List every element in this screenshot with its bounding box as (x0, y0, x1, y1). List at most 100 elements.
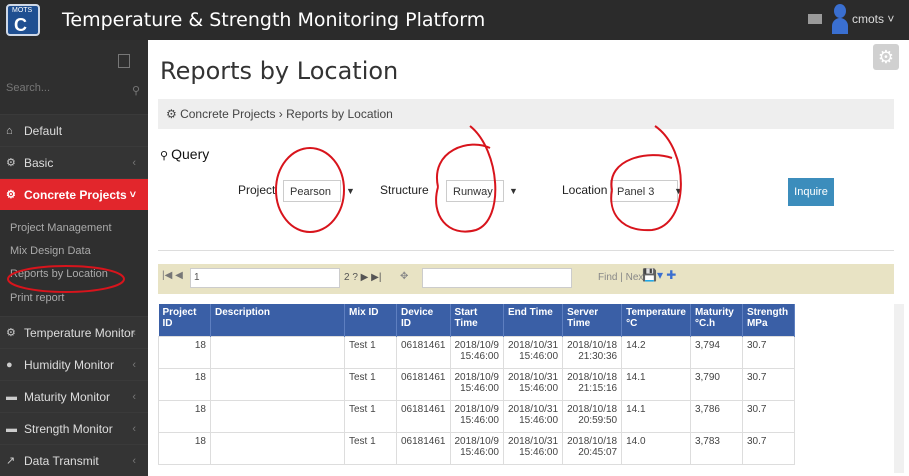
breadcrumb-text[interactable]: Concrete Projects › Reports by Location (180, 107, 393, 121)
cell-mix-id: Test 1 (344, 367, 397, 401)
chart-icon: ▬ (6, 390, 17, 403)
structure-select[interactable]: Runway (446, 180, 504, 202)
cell-mix-id: Test 1 (344, 335, 397, 369)
app-title: Temperature & Strength Monitoring Platfo… (62, 9, 486, 31)
cell-description (210, 399, 345, 433)
sidebar-item-default[interactable]: ⌂ Default (0, 114, 148, 146)
column-header[interactable]: Device ID (396, 304, 451, 336)
first-page-icon[interactable]: |◀ ◀ (162, 270, 183, 281)
cell-temperature: 14.1 (621, 367, 691, 401)
table-row[interactable]: 18 Test 1 06181461 2018/10/9 15:46:00 20… (158, 399, 795, 433)
chevron-left-icon: ‹ (132, 156, 136, 169)
sidebar-item-label: Data Transmit (24, 453, 99, 468)
menu-toggle-icon[interactable] (118, 54, 130, 68)
sidebar-item-concrete-projects[interactable]: ⚙ Concrete Projects ˅ (0, 178, 148, 210)
page-nav[interactable]: 2 ? ▶ ▶| (344, 272, 381, 283)
cell-device-id: 06181461 (396, 431, 451, 465)
table-row[interactable]: 18 Test 1 06181461 2018/10/9 15:46:00 20… (158, 367, 795, 401)
search-input[interactable]: Search... ⚲ (6, 82, 142, 102)
mail-icon[interactable] (808, 14, 822, 24)
table-scrollbar[interactable] (894, 304, 904, 473)
table-row[interactable]: 18 Test 1 06181461 2018/10/9 15:46:00 20… (158, 335, 795, 369)
structure-label: Structure (380, 183, 429, 197)
sidebar-subitem-print-report[interactable]: Print report (10, 292, 64, 304)
table-header-row: Project ID Description Mix ID Device ID … (158, 304, 795, 336)
query-section-title: ⚲ Query (160, 146, 209, 162)
page-title: Reports by Location (160, 57, 399, 85)
dropdown-arrow-icon[interactable]: ▼ (509, 186, 518, 196)
cell-mix-id: Test 1 (344, 431, 397, 465)
column-header[interactable]: Strength MPa (742, 304, 795, 336)
column-header[interactable]: Server Time (562, 304, 623, 336)
cell-server-time: 2018/10/18 20:45:07 (562, 431, 623, 465)
export-icon[interactable]: 💾▾ ✚ (642, 268, 676, 282)
grid-toolbar: |◀ ◀ 1 2 ? ▶ ▶| ✥ Find | Next 💾▾ ✚ (158, 264, 894, 294)
location-select[interactable]: Panel 3 (610, 180, 678, 202)
cell-strength: 30.7 (741, 431, 795, 465)
dropdown-arrow-icon[interactable]: ▼ (674, 186, 683, 196)
column-header[interactable]: End Time (503, 304, 564, 336)
table-row[interactable]: 18 Test 1 06181461 2018/10/9 15:46:00 20… (158, 431, 795, 465)
sidebar-item-maturity-monitor[interactable]: ▬ Maturity Monitor ‹ (0, 380, 148, 412)
avatar[interactable] (832, 4, 848, 34)
sidebar-item-label: Strength Monitor (24, 421, 113, 436)
dropdown-arrow-icon[interactable]: ▼ (346, 186, 355, 196)
sidebar-item-humidity-monitor[interactable]: ● Humidity Monitor ‹ (0, 348, 148, 380)
breadcrumb: ⚙ Concrete Projects › Reports by Locatio… (158, 99, 894, 129)
chevron-left-icon: ‹ (132, 454, 136, 467)
find-next-link[interactable]: Find | Next (598, 272, 646, 283)
search-placeholder: Search... (6, 82, 51, 94)
sidebar-item-label: Basic (24, 155, 54, 170)
sidebar-item-basic[interactable]: ⚙ Basic ‹ (0, 146, 148, 178)
query-title: Query (171, 146, 210, 162)
sidebar-item-strength-monitor[interactable]: ▬ Strength Monitor ‹ (0, 412, 148, 444)
cell-maturity: 3,790 (689, 367, 743, 401)
sidebar-subitem-project-management[interactable]: Project Management (10, 222, 112, 234)
cell-temperature: 14.2 (621, 335, 691, 369)
sidebar-subitem-mix-design-data[interactable]: Mix Design Data (10, 245, 91, 257)
divider (158, 250, 894, 251)
column-header[interactable]: Maturity °C.h (690, 304, 743, 336)
cell-server-time: 2018/10/18 21:30:36 (562, 335, 623, 369)
page-input[interactable]: 1 (190, 268, 340, 288)
sidebar-item-label: Concrete Projects (24, 187, 127, 202)
cell-strength: 30.7 (741, 399, 795, 433)
sidebar-item-data-transmit[interactable]: ↗ Data Transmit ‹ (0, 444, 148, 476)
project-select[interactable]: Pearson (283, 180, 341, 202)
gear-icon[interactable]: ⚙ (873, 44, 899, 70)
find-input[interactable] (422, 268, 572, 288)
sidebar-item-temperature-monitor[interactable]: ⚙ Temperature Monitor ‹ (0, 316, 148, 348)
home-icon: ⌂ (6, 124, 13, 137)
user-menu[interactable]: cmots ˅ (852, 12, 894, 26)
cell-end-time: 2018/10/31 15:46:00 (502, 335, 564, 369)
cell-strength: 30.7 (741, 335, 795, 369)
column-header[interactable]: Description (210, 304, 345, 336)
search-icon[interactable]: ⚲ (132, 84, 140, 97)
column-header[interactable]: Start Time (450, 304, 504, 336)
column-header[interactable]: Project ID (158, 304, 211, 336)
cell-device-id: 06181461 (396, 335, 451, 369)
chevron-left-icon: ‹ (132, 422, 136, 435)
cogs-icon: ⚙ (166, 107, 181, 121)
app-logo[interactable]: MOTS C (6, 4, 40, 36)
main-content: ⚙ Reports by Location ⚙ Concrete Project… (148, 40, 909, 473)
sidebar: Search... ⚲ ⌂ Default ⚙ Basic ‹ ⚙ Concre… (0, 40, 148, 476)
report-table: Project ID Description Mix ID Device ID … (158, 304, 795, 465)
sidebar-subitem-reports-by-location[interactable]: Reports by Location (10, 268, 108, 280)
cogs-icon: ⚙ (6, 189, 16, 201)
cogs-icon: ⚙ (6, 327, 16, 339)
logo-letter: C (14, 15, 27, 35)
cell-end-time: 2018/10/31 15:46:00 (502, 367, 564, 401)
sidebar-item-label: Humidity Monitor (24, 357, 115, 372)
chevron-left-icon: ‹ (132, 390, 136, 403)
cell-device-id: 06181461 (396, 399, 451, 433)
cell-maturity: 3,786 (689, 399, 743, 433)
refresh-icon[interactable]: ✥ (400, 271, 408, 282)
cell-project-id: 18 (158, 431, 211, 465)
cell-end-time: 2018/10/31 15:46:00 (502, 431, 564, 465)
cell-start-time: 2018/10/9 15:46:00 (449, 399, 504, 433)
column-header[interactable]: Mix ID (344, 304, 397, 336)
inquire-button[interactable]: Inquire (788, 178, 834, 206)
column-header[interactable]: Temperature °C (621, 304, 691, 336)
logo-small-text: MOTS (12, 7, 33, 14)
